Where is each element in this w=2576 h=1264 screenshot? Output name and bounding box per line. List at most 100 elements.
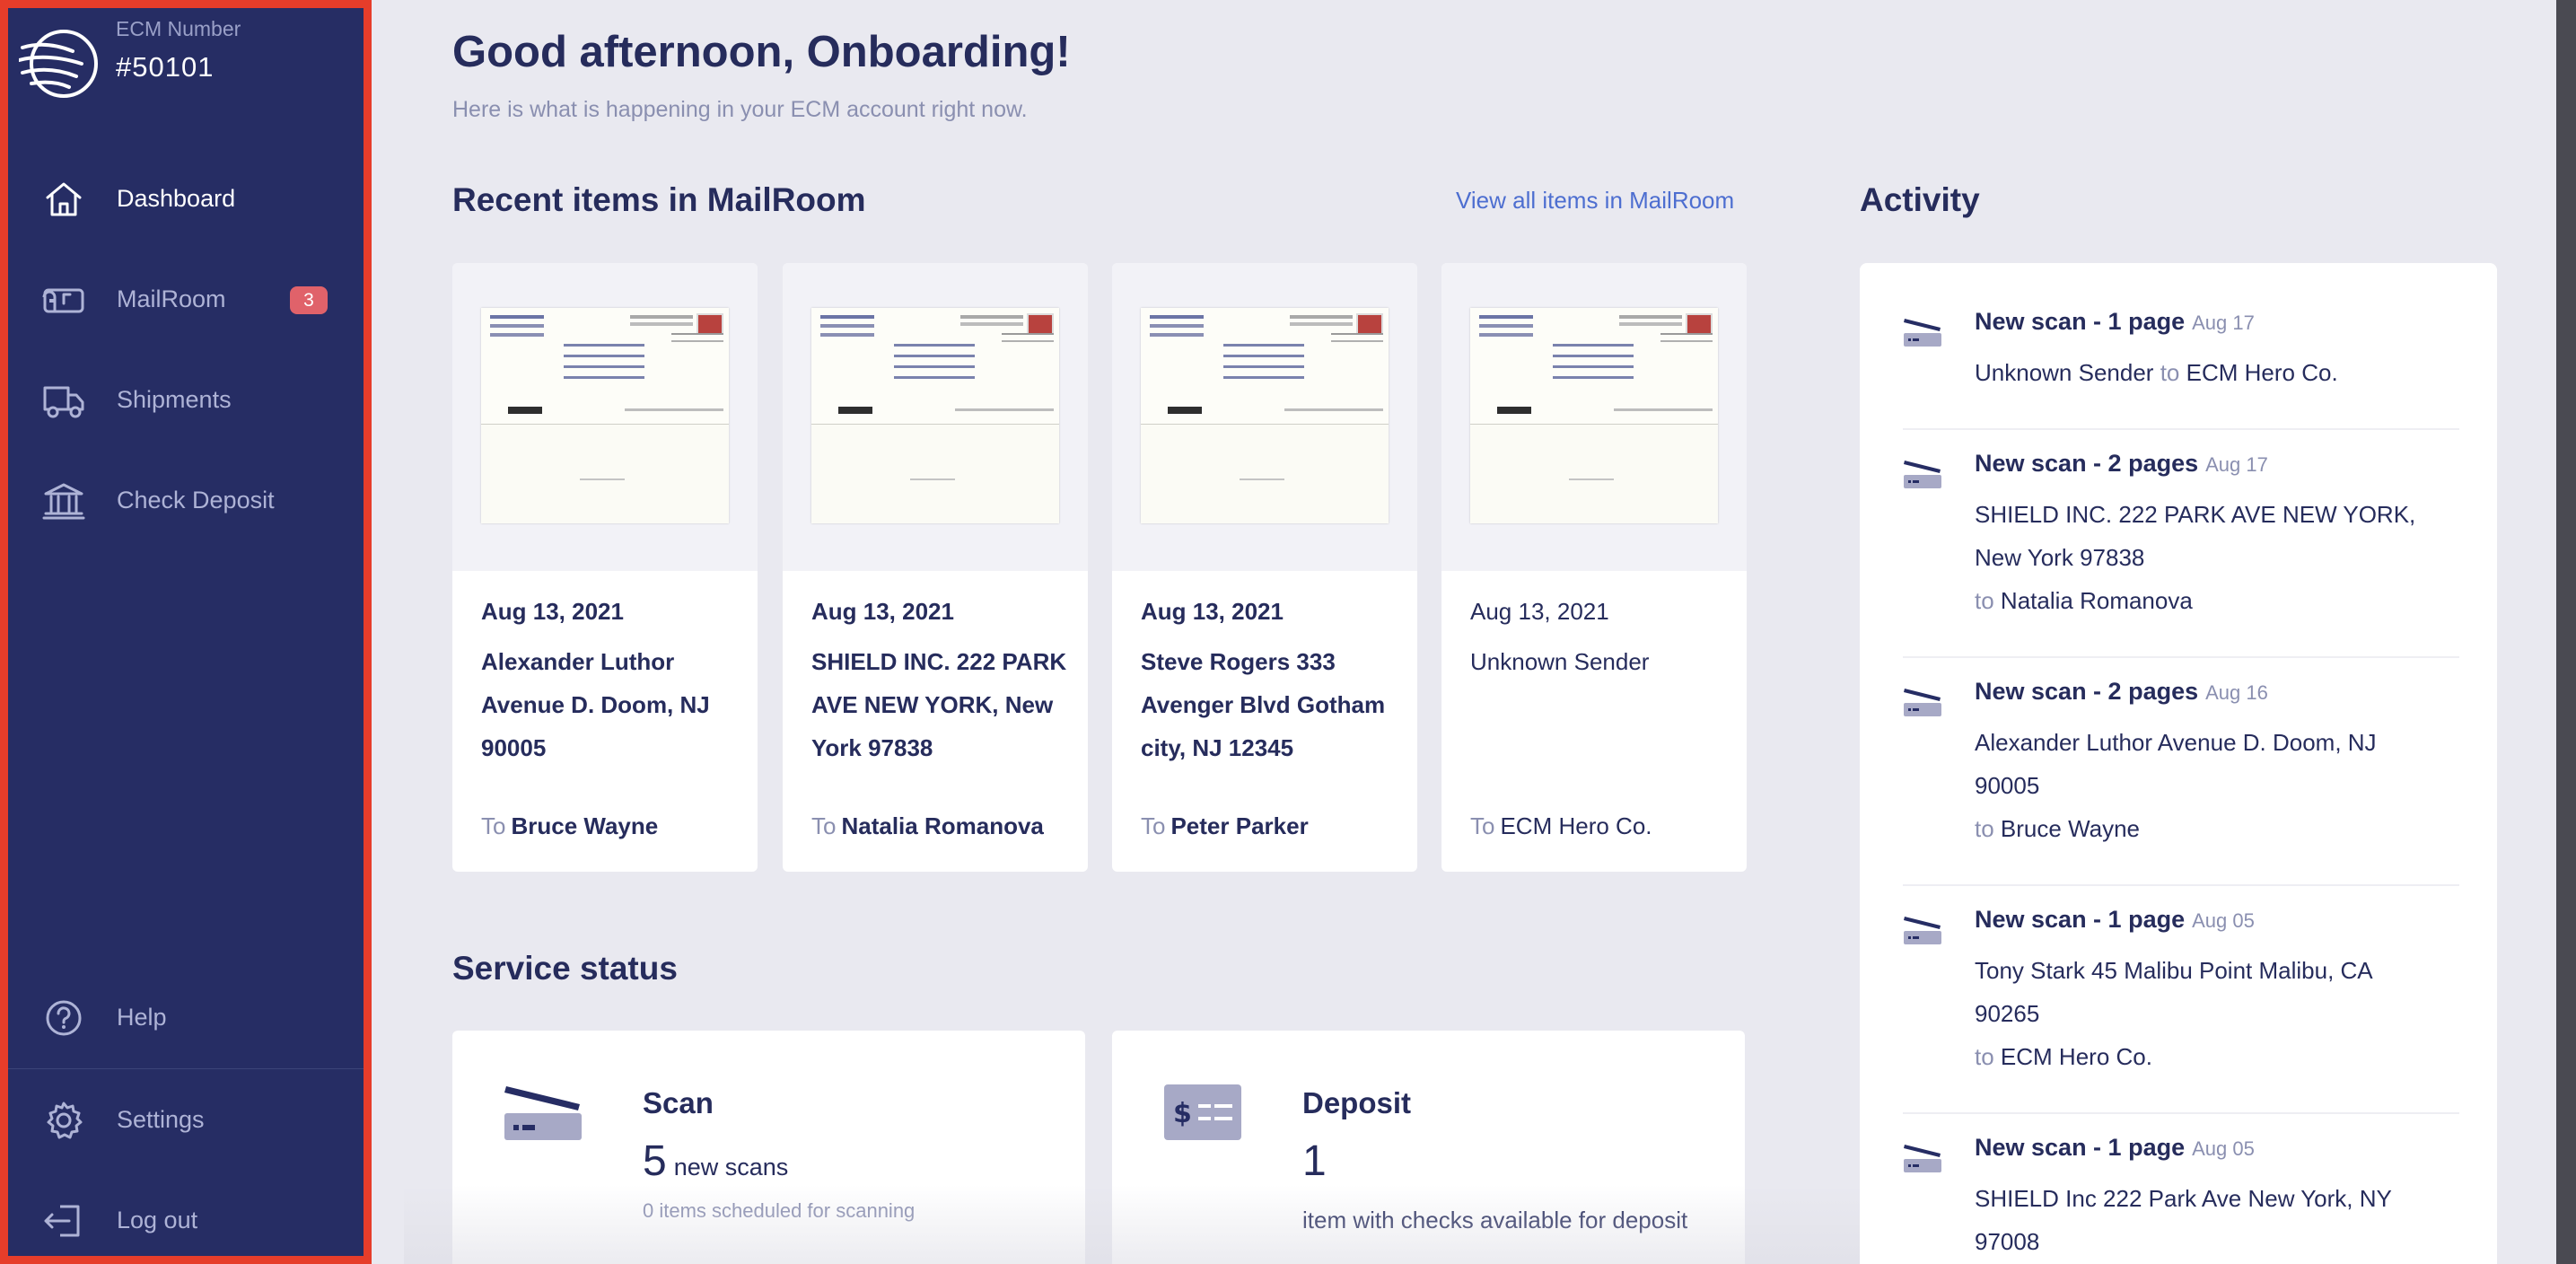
ecm-number-label: ECM Number — [116, 17, 241, 40]
sidebar-item-logout[interactable]: Log out — [8, 1189, 364, 1252]
greeting-subtitle: Here is what is happening in your ECM ac… — [452, 97, 1028, 122]
activity-divider — [1903, 1112, 2459, 1114]
to-prefix: To — [811, 812, 837, 839]
activity-date: Aug 16 — [2205, 681, 2268, 704]
help-icon — [46, 1000, 82, 1036]
deposit-count: 1 — [1302, 1137, 1327, 1185]
activity-date: Aug 17 — [2205, 453, 2268, 476]
mail-item-date: Aug 13, 2021 — [1141, 598, 1284, 625]
activity-detail: Unknown Sender to ECM Hero Co. — [1975, 351, 2441, 394]
activity-title: Activity — [1860, 181, 1980, 218]
to-prefix: To — [481, 812, 506, 839]
mail-item-card[interactable]: Aug 13, 2021 Steve Rogers 333 Avenger Bl… — [1112, 263, 1417, 872]
scanner-icon — [1904, 1145, 1941, 1172]
recipient-name: Bruce Wayne — [511, 812, 659, 839]
sidebar-item-settings[interactable]: Settings — [8, 1089, 364, 1152]
activity-to-word: to — [1975, 1043, 1994, 1070]
view-all-mailroom-link[interactable]: View all items in MailRoom — [1456, 187, 1734, 215]
activity-divider — [1903, 656, 2459, 658]
to-prefix: To — [1141, 812, 1166, 839]
activity-recipient: Natalia Romanova — [2000, 587, 2193, 614]
scan-count-value: 5 — [643, 1137, 667, 1185]
mail-thumbnail — [783, 263, 1088, 571]
sidebar: ECM Number #50101 Dashboard MailRoom 3 S… — [0, 0, 372, 1264]
sidebar-item-label: Settings — [117, 1106, 205, 1133]
window-edge — [2556, 0, 2576, 1264]
scan-status-card[interactable]: Scan 5 new scans 0 items scheduled for sc… — [452, 1031, 1085, 1264]
sidebar-item-label: Log out — [117, 1207, 198, 1233]
sidebar-item-label: Check Deposit — [117, 487, 275, 514]
sidebar-item-label: Help — [117, 1004, 167, 1031]
activity-from: Tony Stark 45 Malibu Point Malibu, CA 90… — [1975, 957, 2372, 1027]
mail-item-sender: SHIELD INC. 222 PARK AVE NEW YORK, New Y… — [811, 648, 1067, 761]
mail-item-sender: Alexander Luthor Avenue D. Doom, NJ 9000… — [481, 648, 710, 761]
scanner-icon — [1904, 917, 1941, 944]
to-prefix: To — [1470, 812, 1495, 839]
mailroom-count-badge: 3 — [290, 286, 328, 314]
activity-detail: SHIELD INC. 222 PARK AVE NEW YORK, New Y… — [1975, 493, 2441, 622]
envelope-scan-image — [1141, 308, 1389, 523]
activity-from: Unknown Sender — [1975, 359, 2154, 386]
mail-item-sender: Unknown Sender — [1470, 648, 1650, 675]
home-icon — [46, 182, 82, 216]
mail-thumbnail — [1112, 263, 1417, 571]
mail-thumbnail — [1441, 263, 1747, 571]
sidebar-item-dashboard[interactable]: Dashboard — [8, 168, 364, 231]
envelope-scan-image — [481, 308, 729, 523]
scanner-icon — [1904, 461, 1941, 488]
mail-item-date: Aug 13, 2021 — [1470, 598, 1609, 625]
activity-divider — [1903, 428, 2459, 430]
mail-item-date: Aug 13, 2021 — [811, 598, 954, 625]
activity-date: Aug 17 — [2192, 312, 2255, 334]
activity-detail: SHIELD Inc 222 Park Ave New York, NY 970… — [1975, 1177, 2441, 1263]
bank-icon — [42, 483, 85, 520]
recent-items-title: Recent items in MailRoom — [452, 181, 866, 218]
mail-item-date: Aug 13, 2021 — [481, 598, 624, 625]
sidebar-item-check-deposit[interactable]: Check Deposit — [8, 470, 364, 532]
sidebar-item-help[interactable]: Help — [8, 987, 364, 1049]
sidebar-item-mailroom[interactable]: MailRoom 3 — [8, 268, 364, 331]
brand — [19, 28, 105, 100]
recipient-name: Peter Parker — [1170, 812, 1309, 839]
envelope-scan-image — [811, 308, 1059, 523]
activity-feed: New scan - 1 page Aug 17 Unknown Sender t… — [1860, 263, 2497, 1264]
activity-detail: Alexander Luthor Avenue D. Doom, NJ 9000… — [1975, 721, 2441, 850]
scanner-icon — [1904, 319, 1941, 347]
mail-item-sender: Steve Rogers 333 Avenger Blvd Gotham cit… — [1141, 648, 1386, 761]
deposit-status-card[interactable]: $ Deposit 1 item with checks available f… — [1112, 1031, 1745, 1264]
app-root: ECM Number #50101 Dashboard MailRoom 3 S… — [0, 0, 2576, 1264]
activity-date: Aug 05 — [2192, 1137, 2255, 1160]
activity-from: Alexander Luthor Avenue D. Doom, NJ 9000… — [1975, 729, 2377, 799]
mail-item-card[interactable]: Aug 13, 2021 Unknown Sender To ECM Hero C… — [1441, 263, 1747, 872]
scan-count: 5 new scans — [643, 1137, 788, 1186]
activity-title-text: New scan - 2 pages — [1975, 678, 2199, 705]
sidebar-item-label: MailRoom — [117, 285, 226, 312]
activity-title-text: New scan - 1 page — [1975, 906, 2186, 933]
activity-detail: Tony Stark 45 Malibu Point Malibu, CA 90… — [1975, 949, 2441, 1078]
scan-title: Scan — [643, 1086, 714, 1119]
mail-item-recipient: To Bruce Wayne — [481, 812, 658, 840]
activity-recipient: ECM Hero Co. — [2186, 359, 2338, 386]
scanner-icon — [504, 1086, 582, 1140]
sidebar-item-shipments[interactable]: Shipments — [8, 369, 364, 432]
activity-title-text: New scan - 1 page — [1975, 308, 2186, 335]
scan-note: 0 items scheduled for scanning — [643, 1199, 916, 1222]
deposit-title: Deposit — [1302, 1086, 1412, 1119]
envelope-scan-image — [1470, 308, 1718, 523]
check-deposit-icon: $ — [1164, 1084, 1241, 1140]
activity-title-text: New scan - 2 pages — [1975, 450, 2199, 477]
mail-item-card[interactable]: Aug 13, 2021 SHIELD INC. 222 PARK AVE NE… — [783, 263, 1088, 872]
mail-item-recipient: To Peter Parker — [1141, 812, 1309, 840]
service-status-title: Service status — [452, 950, 678, 987]
recipient-name: Natalia Romanova — [841, 812, 1044, 839]
mail-item-card[interactable]: Aug 13, 2021 Alexander Luthor Avenue D. … — [452, 263, 758, 872]
scan-count-unit: new scans — [673, 1154, 789, 1181]
sidebar-item-label: Shipments — [117, 386, 232, 413]
greeting-title: Good afternoon, Onboarding! — [452, 28, 1071, 76]
activity-title-text: New scan - 1 page — [1975, 1134, 2186, 1161]
activity-to-word: to — [1975, 587, 1994, 614]
logout-icon — [44, 1205, 80, 1237]
ecm-logo-icon[interactable] — [19, 28, 105, 100]
sidebar-item-label: Dashboard — [117, 185, 236, 212]
recipient-name: ECM Hero Co. — [1500, 812, 1652, 839]
